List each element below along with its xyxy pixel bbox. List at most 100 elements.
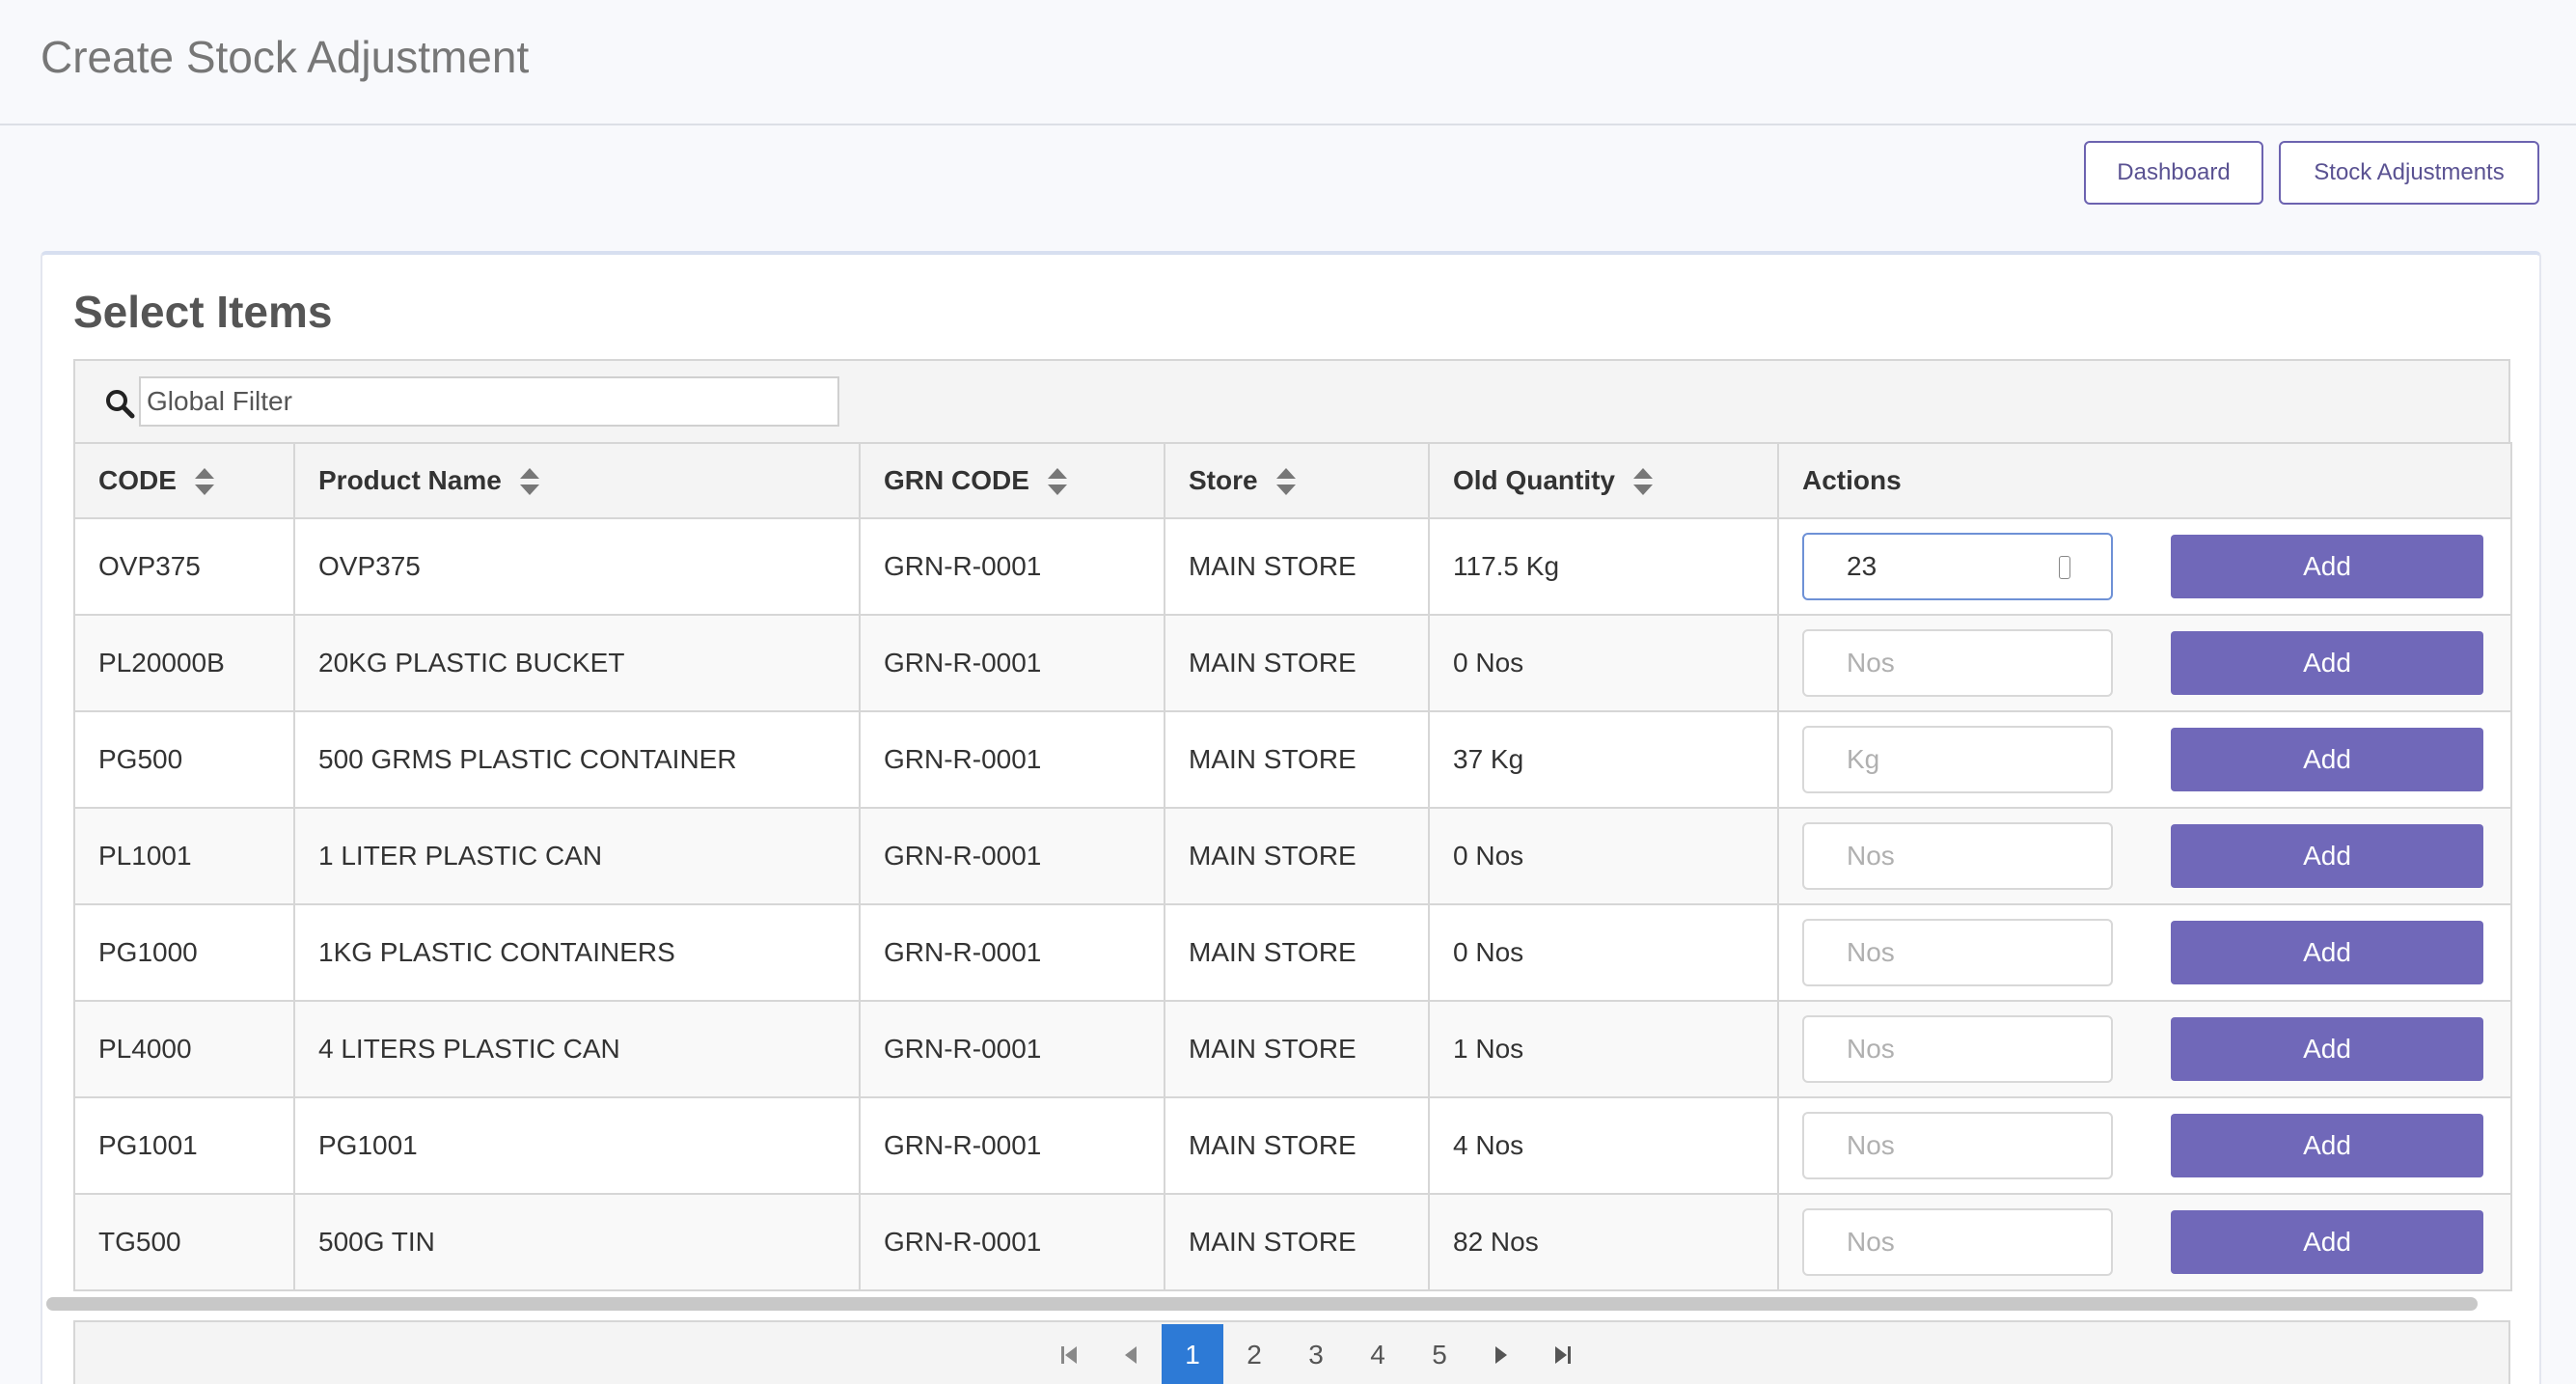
filter-bar (73, 359, 2510, 444)
new-quantity-input[interactable] (1802, 1208, 2113, 1276)
table-row: PL1001 1 LITER PLASTIC CAN GRN-R-0001 MAIN … (73, 807, 2512, 905)
add-button[interactable]: Add (2171, 921, 2483, 984)
add-button[interactable]: Add (2171, 1017, 2483, 1081)
code-cell: PL20000B (73, 614, 295, 712)
old-quantity-cell: 0 Nos (1428, 807, 1779, 905)
actions-cell: Add (1777, 807, 2512, 905)
code-cell: PG500 (73, 710, 295, 809)
product-name-cell: 500 GRMS PLASTIC CONTAINER (293, 710, 861, 809)
column-header-label: Store (1189, 464, 1258, 495)
page-number-2[interactable]: 2 (1223, 1324, 1285, 1384)
column-header-label: Actions (1802, 465, 1902, 495)
previous-page-icon[interactable] (1100, 1324, 1162, 1384)
quantity-input-wrapper (1802, 919, 2113, 986)
new-quantity-input[interactable] (1802, 726, 2113, 793)
new-quantity-input[interactable] (1802, 629, 2113, 697)
product-name-cell: 4 LITERS PLASTIC CAN (293, 1000, 861, 1098)
store-cell: MAIN STORE (1164, 1096, 1430, 1195)
column-header-label: Old Quantity (1453, 464, 1615, 495)
page-header: Create Stock Adjustment (0, 0, 2576, 125)
dashboard-button[interactable]: Dashboard (2084, 141, 2263, 205)
sort-icon[interactable] (194, 467, 215, 496)
new-quantity-input[interactable] (1802, 919, 2113, 986)
code-cell: PL4000 (73, 1000, 295, 1098)
table-body: OVP375 OVP375 GRN-R-0001 MAIN STORE 117.5 Kg… (73, 517, 2512, 1291)
items-table: CODE Product Name GRN CODE Store Old Quantit… (73, 442, 2512, 1291)
sort-icon[interactable] (1632, 467, 1654, 496)
actions-cell: Add (1777, 1096, 2512, 1195)
actions-cell: Add (1777, 710, 2512, 809)
store-cell: MAIN STORE (1164, 517, 1430, 616)
grn-code-cell: GRN-R-0001 (859, 807, 1165, 905)
table-header-row: CODE Product Name GRN CODE Store Old Quantit… (73, 442, 2512, 519)
quantity-input-wrapper (1802, 1015, 2113, 1083)
grn-code-cell: GRN-R-0001 (859, 710, 1165, 809)
store-cell: MAIN STORE (1164, 1193, 1430, 1291)
old-quantity-cell: 82 Nos (1428, 1193, 1779, 1291)
actions-cell: Add (1777, 1193, 2512, 1291)
sort-icon[interactable] (1047, 467, 1068, 496)
grn-code-cell: GRN-R-0001 (859, 614, 1165, 712)
add-button[interactable]: Add (2171, 1210, 2483, 1274)
sort-icon[interactable] (519, 467, 540, 496)
add-button[interactable]: Add (2171, 824, 2483, 888)
column-header[interactable]: GRN CODE (859, 442, 1165, 519)
store-cell: MAIN STORE (1164, 1000, 1430, 1098)
quantity-input-wrapper (1802, 629, 2113, 697)
product-name-cell: PG1001 (293, 1096, 861, 1195)
product-name-cell: 1KG PLASTIC CONTAINERS (293, 903, 861, 1002)
horizontal-scrollbar[interactable] (46, 1297, 2478, 1311)
old-quantity-cell: 37 Kg (1428, 710, 1779, 809)
next-page-icon[interactable] (1470, 1324, 1532, 1384)
page-number-5[interactable]: 5 (1409, 1324, 1470, 1384)
column-header[interactable]: Store (1164, 442, 1430, 519)
actions-cell: Add (1777, 517, 2512, 616)
select-items-card: Select Items CODE Product Name GRN CODE Sto… (41, 251, 2541, 1384)
column-header: Actions (1777, 442, 2512, 519)
spinner-icon[interactable] (2059, 556, 2070, 579)
old-quantity-cell: 0 Nos (1428, 903, 1779, 1002)
store-cell: MAIN STORE (1164, 807, 1430, 905)
add-button[interactable]: Add (2171, 728, 2483, 791)
add-button[interactable]: Add (2171, 1114, 2483, 1177)
grn-code-cell: GRN-R-0001 (859, 1000, 1165, 1098)
stock-adjustments-button[interactable]: Stock Adjustments (2279, 141, 2539, 205)
last-page-icon[interactable] (1532, 1324, 1594, 1384)
code-cell: PG1001 (73, 1096, 295, 1195)
search-icon (106, 390, 135, 419)
card-title: Select Items (73, 287, 333, 337)
table-row: OVP375 OVP375 GRN-R-0001 MAIN STORE 117.5 Kg… (73, 517, 2512, 616)
quantity-input-wrapper (1802, 726, 2113, 793)
page-number-4[interactable]: 4 (1347, 1324, 1409, 1384)
table-row: PL4000 4 LITERS PLASTIC CAN GRN-R-0001 MAIN… (73, 1000, 2512, 1098)
table-row: PG1001PG1001GRN-R-0001MAIN STORE4 NosAdd (73, 1096, 2512, 1195)
quantity-input-wrapper (1802, 533, 2113, 600)
quantity-input-wrapper (1802, 1208, 2113, 1276)
column-header-label: Product Name (318, 464, 502, 495)
add-button[interactable]: Add (2171, 631, 2483, 695)
actions-cell: Add (1777, 1000, 2512, 1098)
new-quantity-input[interactable] (1802, 822, 2113, 890)
column-header[interactable]: Old Quantity (1428, 442, 1779, 519)
actions-cell: Add (1777, 903, 2512, 1002)
product-name-cell: 500G TIN (293, 1193, 861, 1291)
page-number-1[interactable]: 1 (1162, 1324, 1223, 1384)
grn-code-cell: GRN-R-0001 (859, 517, 1165, 616)
paginator: 12345 (73, 1320, 2510, 1384)
add-button[interactable]: Add (2171, 535, 2483, 598)
code-cell: OVP375 (73, 517, 295, 616)
store-cell: MAIN STORE (1164, 614, 1430, 712)
global-filter-input[interactable] (139, 376, 839, 427)
new-quantity-input[interactable] (1802, 1112, 2113, 1179)
actions-cell: Add (1777, 614, 2512, 712)
sort-icon[interactable] (1275, 467, 1297, 496)
store-cell: MAIN STORE (1164, 903, 1430, 1002)
column-header-label: GRN CODE (884, 464, 1029, 495)
quantity-input-wrapper (1802, 1112, 2113, 1179)
first-page-icon[interactable] (1038, 1324, 1100, 1384)
column-header[interactable]: Product Name (293, 442, 861, 519)
column-header[interactable]: CODE (73, 442, 295, 519)
new-quantity-input[interactable] (1802, 1015, 2113, 1083)
page-title: Create Stock Adjustment (41, 32, 530, 82)
page-number-3[interactable]: 3 (1285, 1324, 1347, 1384)
